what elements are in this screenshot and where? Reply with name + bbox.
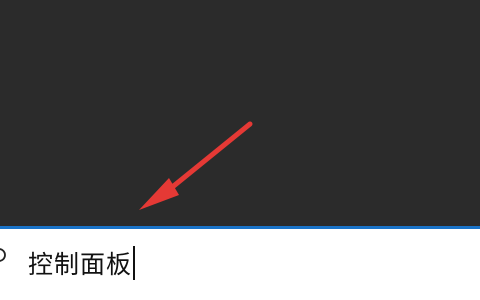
search-input[interactable]: 控制面板 <box>28 243 136 283</box>
search-query-text: 控制面板 <box>28 250 133 279</box>
red-arrow-icon <box>139 121 253 210</box>
windows-search-screen: 控制面板 <box>0 0 480 300</box>
taskbar-search-box[interactable]: 控制面板 <box>0 226 480 300</box>
text-caret <box>133 246 136 280</box>
start-menu-panel <box>0 0 480 226</box>
search-icon <box>0 248 6 262</box>
